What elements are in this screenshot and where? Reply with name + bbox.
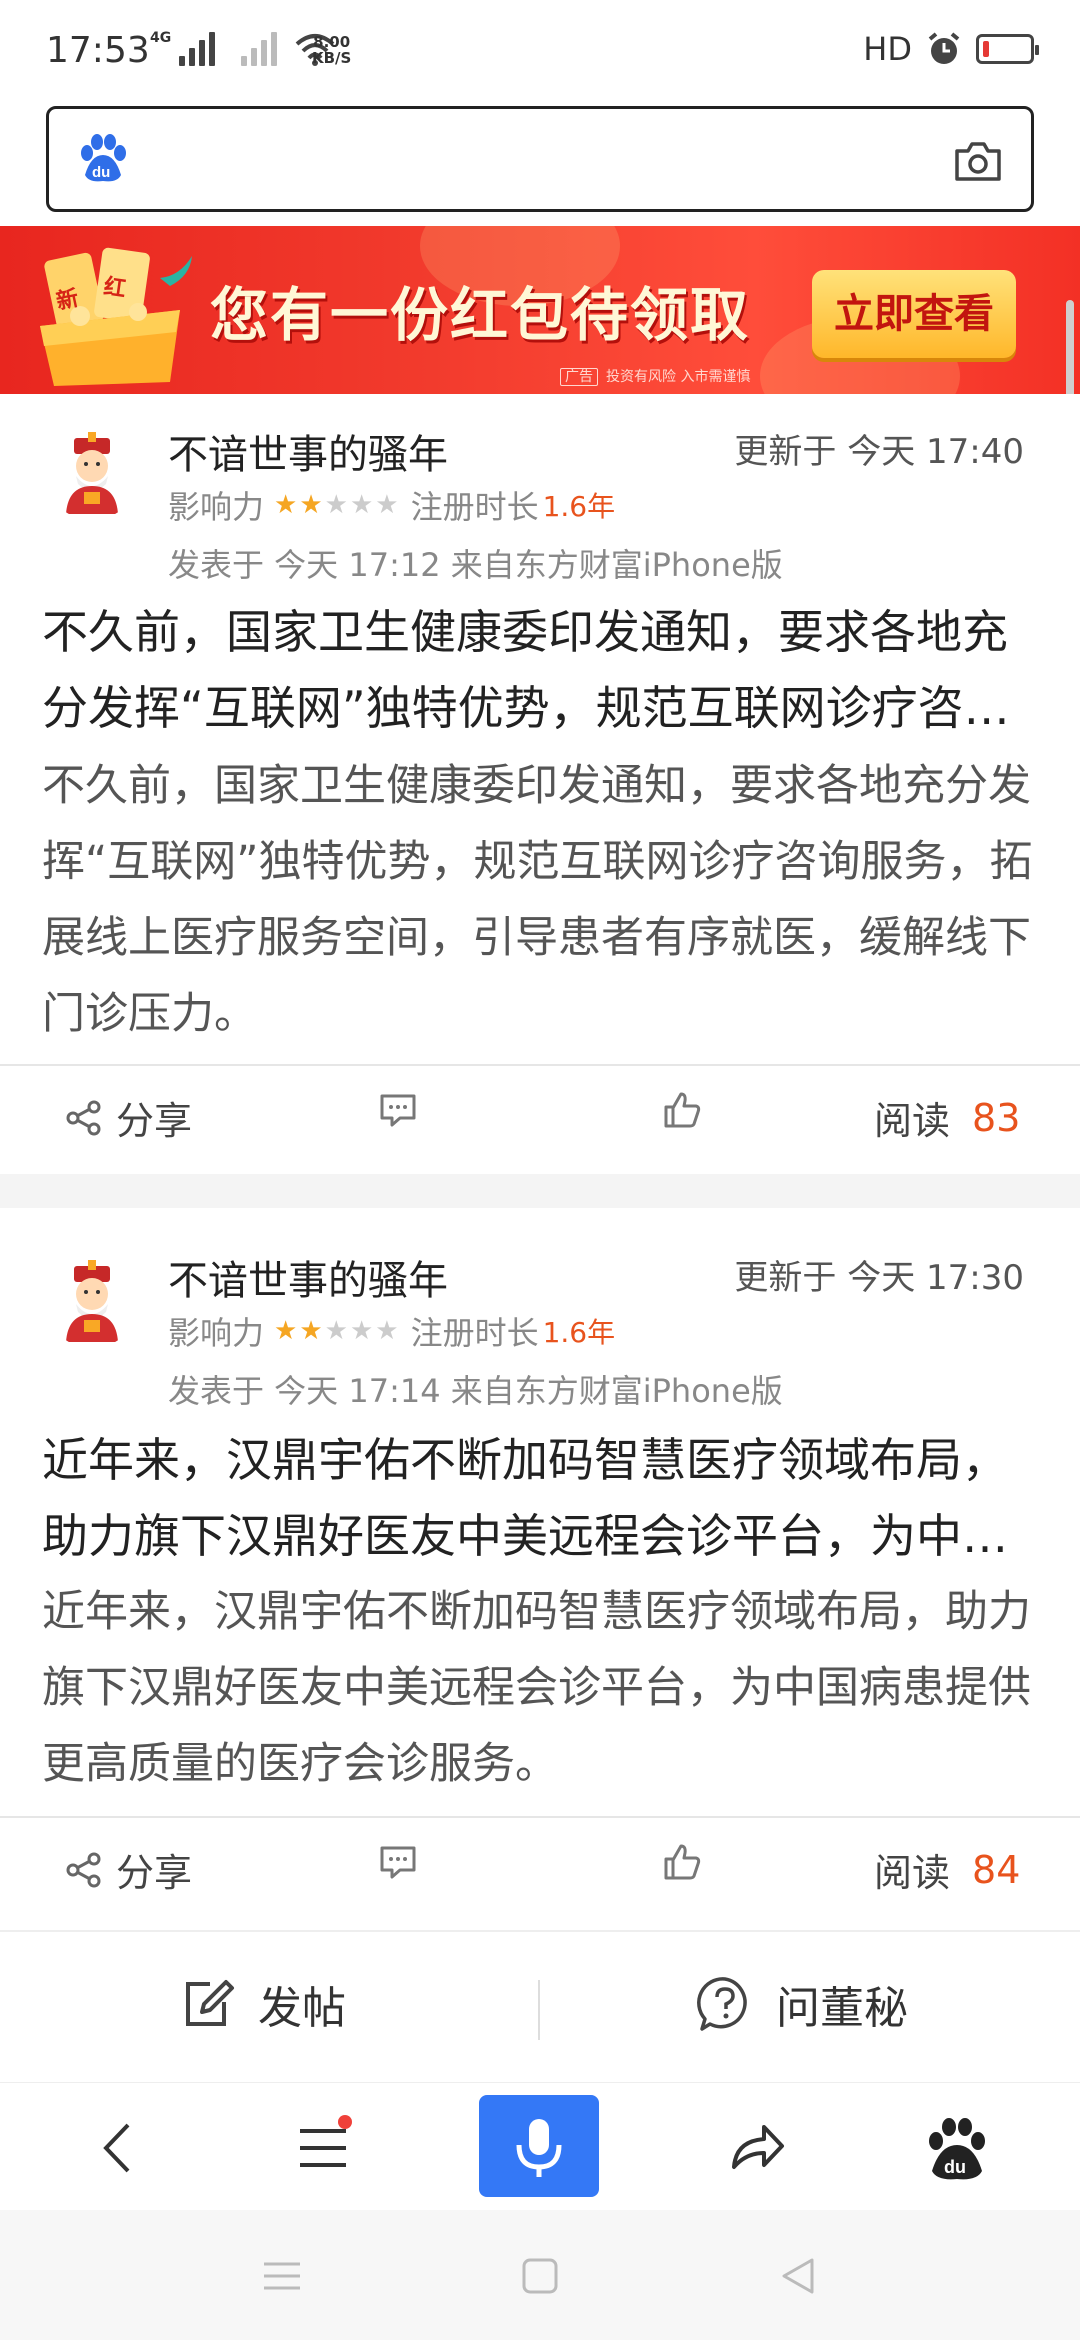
alarm-icon xyxy=(928,32,960,64)
banner-headline: 您有一份红包待领取 xyxy=(210,281,751,349)
post-card[interactable]: 不谙世事的骚年 更新于 今天 17:40 影响力 ★★★★★ 注册时长 1.6年… xyxy=(0,394,1080,1174)
gift-tag-red: 红 xyxy=(102,274,128,303)
section-gap xyxy=(0,1174,1080,1208)
updated-time: 更新于 今天 17:40 xyxy=(734,432,1024,472)
post-summary[interactable]: 近年来，汉鼎宇佑不断加码智慧医疗领域布局，助力旗下汉鼎好医友中美远程会诊平台，为… xyxy=(42,1574,1052,1802)
avatar[interactable] xyxy=(44,424,140,520)
banner-disclaimer: 广告 投资有风险 入市需谨慎 xyxy=(560,366,750,386)
voice-search-button[interactable] xyxy=(479,2095,599,2197)
system-back-icon[interactable] xyxy=(776,2254,820,2298)
back-icon[interactable] xyxy=(84,2113,154,2183)
share-button[interactable]: 分享 xyxy=(64,1842,192,1897)
svg-text:du: du xyxy=(944,2157,966,2177)
view-now-button[interactable]: 立即查看 xyxy=(812,270,1016,358)
new-post-button[interactable]: 发帖 xyxy=(180,1972,346,2036)
camera-icon[interactable] xyxy=(953,139,1003,183)
recent-apps-icon[interactable] xyxy=(260,2254,304,2298)
signal-icon xyxy=(179,30,216,66)
battery-icon xyxy=(976,34,1039,64)
browser-nav-bar: du xyxy=(0,2082,1080,2210)
share-icon xyxy=(66,1852,101,1887)
read-count: 阅读 84 xyxy=(874,1847,1021,1896)
clock: 17:53 xyxy=(46,30,150,71)
baidu-paw-icon: du xyxy=(81,134,126,182)
network-speed: 8.00 KB/S xyxy=(312,33,352,67)
divider xyxy=(538,1980,540,2040)
post-title[interactable]: 近年来，汉鼎宇佑不断加码智慧医疗领域布局，助力旗下汉鼎好医友中美远程会诊平台，为… xyxy=(42,1422,1042,1574)
system-nav-bar xyxy=(0,2210,1080,2340)
like-icon[interactable] xyxy=(662,1090,702,1130)
post-actions: 分享 阅读 83 xyxy=(0,1066,1080,1176)
status-right: HD xyxy=(863,30,1039,68)
signal-2-icon xyxy=(241,30,278,66)
network-indicators: 4G xyxy=(150,30,335,66)
avatar[interactable] xyxy=(44,1252,140,1348)
share-button[interactable]: 分享 xyxy=(64,1090,192,1145)
rating-stars: ★★★★★ xyxy=(274,1316,401,1346)
post-actions: 分享 阅读 84 xyxy=(0,1818,1080,1928)
microphone-icon xyxy=(516,2119,562,2177)
forward-share-icon[interactable] xyxy=(722,2113,792,2183)
post-card[interactable]: 不谙世事的骚年 更新于 今天 17:30 影响力 ★★★★★ 注册时长 1.6年… xyxy=(0,1208,1080,1930)
edit-icon xyxy=(186,1980,234,2026)
home-icon[interactable] xyxy=(518,2254,562,2298)
user-meta: 影响力 ★★★★★ 注册时长 1.6年 xyxy=(168,1314,616,1352)
post-action-bar: 发帖 问董秘 xyxy=(0,1930,1080,2082)
risk-disclaimer: 投资有风险 入市需谨慎 xyxy=(606,369,751,385)
username[interactable]: 不谙世事的骚年 xyxy=(168,422,448,480)
search-bar[interactable]: du xyxy=(46,106,1034,212)
share-icon xyxy=(66,1100,101,1135)
hd-badge: HD xyxy=(863,30,912,68)
comment-icon[interactable] xyxy=(378,1090,418,1130)
post-summary[interactable]: 不久前，国家卫生健康委印发通知，要求各地充分发挥“互联网”独特优势，规范互联网诊… xyxy=(42,748,1052,1052)
post-title[interactable]: 不久前，国家卫生健康委印发通知，要求各地充分发挥“互联网”独特优势，规范互联网诊… xyxy=(42,594,1042,746)
question-icon xyxy=(697,1977,747,2031)
baidu-home-icon[interactable]: du xyxy=(922,2113,992,2183)
status-bar: 17:53 4G 8.00 KB/S HD xyxy=(0,0,1080,100)
svg-text:du: du xyxy=(92,164,110,181)
user-meta: 影响力 ★★★★★ 注册时长 1.6年 xyxy=(168,488,616,526)
red-packet-banner[interactable]: 新 红 您有一份红包待领取 立即查看 广告 投资有风险 入市需谨慎 xyxy=(0,226,1080,394)
like-icon[interactable] xyxy=(662,1842,702,1882)
post-meta: 发表于 今天 17:12 来自东方财富iPhone版 xyxy=(168,546,783,584)
ad-label: 广告 xyxy=(560,368,598,386)
comment-icon[interactable] xyxy=(378,1842,418,1882)
ask-secretary-button[interactable]: 问董秘 xyxy=(696,1972,908,2036)
username[interactable]: 不谙世事的骚年 xyxy=(168,1248,448,1306)
read-count: 阅读 83 xyxy=(874,1095,1021,1144)
rating-stars: ★★★★★ xyxy=(274,490,401,520)
network-type: 4G xyxy=(150,30,172,46)
gift-box-icon xyxy=(40,247,192,386)
notification-dot xyxy=(338,2115,352,2129)
updated-time: 更新于 今天 17:30 xyxy=(734,1258,1024,1298)
post-meta: 发表于 今天 17:14 来自东方财富iPhone版 xyxy=(168,1372,783,1410)
